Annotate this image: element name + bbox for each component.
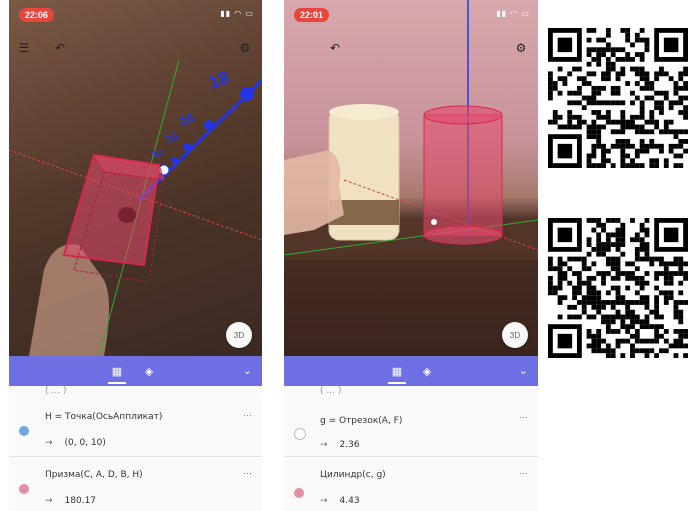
qr-code-bottom[interactable] xyxy=(548,218,688,358)
visibility-toggle[interactable] xyxy=(294,488,304,498)
undo-icon[interactable]: ↶ xyxy=(326,40,344,56)
ar-camera-view[interactable]: 18 16 14 12 22:06 ▮▮ ◠ ▭ ☰ ↶ ⚙ 3D xyxy=(9,0,262,356)
row-menu-button[interactable]: ⋯ xyxy=(519,468,528,479)
ar-camera-view[interactable]: 22:01 ▮▮ ◠ ▭ ↶ ⚙ 3D xyxy=(284,0,538,356)
chevron-down-icon[interactable]: ⌄ xyxy=(519,364,528,377)
algebra-result: → 2.36 xyxy=(320,440,360,450)
chevron-down-icon[interactable]: ⌄ xyxy=(243,364,252,377)
shapes-icon[interactable]: ◈ xyxy=(141,363,157,379)
algebra-view: ( ... ) g = Отрезок(A, F) → 2.36 ⋯ Цилинд… xyxy=(284,386,538,511)
partial-row: ( ... ) xyxy=(320,386,342,396)
active-tab-indicator xyxy=(108,382,126,384)
algebra-expression[interactable]: g = Отрезок(A, F) xyxy=(320,416,402,426)
calculator-icon[interactable]: ▦ xyxy=(389,363,405,379)
3d-view-button[interactable]: 3D xyxy=(502,322,528,348)
algebra-expression[interactable]: H = Точка(ОсьАппликат) xyxy=(45,412,162,422)
algebra-row[interactable]: H = Точка(ОсьАппликат) → (0, 0, 10) ⋯ xyxy=(9,398,262,457)
3d-view-button[interactable]: 3D xyxy=(226,322,252,348)
algebra-result: → 180.17 xyxy=(45,496,97,506)
calculator-icon[interactable]: ▦ xyxy=(109,363,125,379)
qr-code-top[interactable] xyxy=(548,28,688,168)
ar-3d-scene xyxy=(284,0,538,260)
menu-icon[interactable]: ☰ xyxy=(15,40,33,56)
row-menu-button[interactable]: ⋯ xyxy=(243,468,252,479)
status-time: 22:06 xyxy=(19,8,55,22)
visibility-toggle[interactable] xyxy=(19,484,29,494)
undo-icon[interactable]: ↶ xyxy=(51,40,69,56)
algebra-view: ( ... ) H = Точка(ОсьАппликат) → (0, 0, 1… xyxy=(9,386,262,511)
toolbar: ▦ ◈ ⌄ xyxy=(9,356,262,386)
toolbar: ▦ ◈ ⌄ xyxy=(284,356,538,386)
visibility-toggle[interactable] xyxy=(19,426,29,436)
gear-icon[interactable]: ⚙ xyxy=(512,40,530,56)
status-icons: ▮▮ ◠ ▭ xyxy=(220,9,254,18)
algebra-expression[interactable]: Цилиндр(c, g) xyxy=(320,470,386,480)
algebra-result: → 4.43 xyxy=(320,496,360,506)
gear-icon[interactable]: ⚙ xyxy=(236,40,254,56)
status-time: 22:01 xyxy=(294,8,330,22)
row-menu-button[interactable]: ⋯ xyxy=(519,412,528,423)
active-tab-indicator xyxy=(388,382,406,384)
algebra-row[interactable]: Призма(C, A, D, B, H) → 180.17 ⋯ xyxy=(9,456,262,511)
algebra-result: → (0, 0, 10) xyxy=(45,438,106,448)
algebra-row[interactable]: g = Отрезок(A, F) → 2.36 ⋯ xyxy=(284,398,538,457)
algebra-expression[interactable]: Призма(C, A, D, B, H) xyxy=(45,470,143,480)
shapes-icon[interactable]: ◈ xyxy=(419,363,435,379)
partial-row: ( ... ) xyxy=(45,386,67,396)
algebra-row[interactable]: Цилиндр(c, g) → 4.43 ⋯ xyxy=(284,456,538,511)
phone-screen-right: 22:01 ▮▮ ◠ ▭ ↶ ⚙ 3D ▦ ◈ ⌄ ( ... ) g = От… xyxy=(284,0,538,511)
ar-3d-scene xyxy=(9,59,262,356)
status-icons: ▮▮ ◠ ▭ xyxy=(496,9,530,18)
row-menu-button[interactable]: ⋯ xyxy=(243,410,252,421)
visibility-toggle[interactable] xyxy=(294,428,306,440)
phone-screen-left: 18 16 14 12 22:06 ▮▮ ◠ ▭ ☰ ↶ ⚙ 3D ▦ ◈ ⌄ … xyxy=(9,0,262,511)
